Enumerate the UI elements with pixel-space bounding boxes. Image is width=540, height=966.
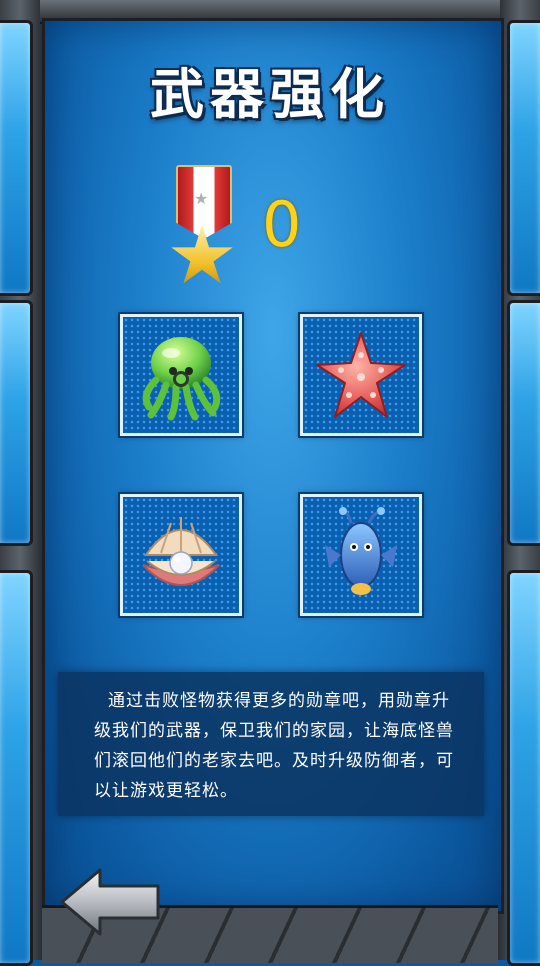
left-glass-pane-bottom: [0, 570, 33, 966]
weapon-slot-clam[interactable]: [120, 494, 242, 616]
clam-pearl-icon: [142, 517, 220, 586]
right-glass-pane-bottom: [507, 570, 540, 966]
seahorse-icon: [325, 507, 397, 595]
description-box: 通过击败怪物获得更多的勋章吧，用勋章升级我们的武器，保卫我们的家园，让海底怪兽们…: [58, 672, 484, 816]
description-text: 通过击败怪物获得更多的勋章吧，用勋章升级我们的武器，保卫我们的家园，让海底怪兽们…: [94, 691, 454, 801]
ribbon-star-icon: ★: [194, 189, 209, 208]
left-glass-pane-mid: [0, 300, 33, 546]
octopus-icon: [142, 337, 221, 421]
gold-star-icon: [171, 225, 233, 284]
medal-icon: ★: [170, 165, 234, 295]
medal-count: 0: [262, 188, 302, 261]
weapon-slot-octopus[interactable]: [120, 314, 242, 436]
left-arrow-icon: [60, 868, 160, 936]
back-button[interactable]: [58, 866, 162, 938]
right-glass-pane-mid: [507, 300, 540, 546]
weapon-slot-starfish[interactable]: [300, 314, 422, 436]
starfish-icon: [316, 332, 406, 418]
page-title: 武器强化: [150, 63, 390, 126]
weapon-slot-seahorse[interactable]: [300, 494, 422, 616]
